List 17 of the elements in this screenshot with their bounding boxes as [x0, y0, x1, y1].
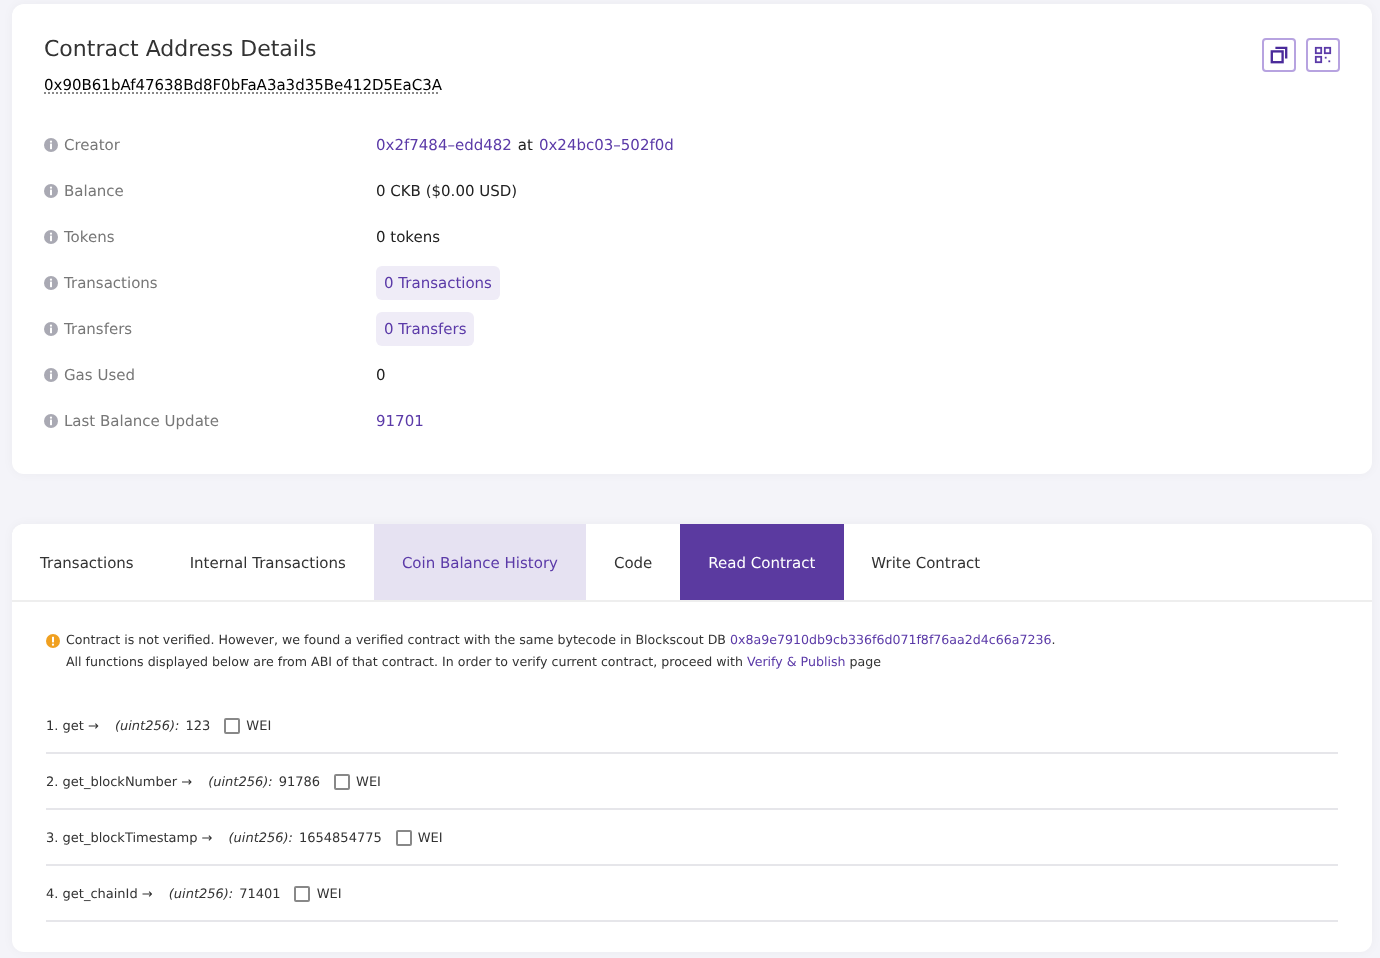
unit-checkbox[interactable] [224, 717, 241, 733]
unit-checkbox[interactable] [395, 829, 412, 845]
info-icon [44, 276, 58, 290]
info-icon [44, 414, 58, 428]
info-icon [44, 184, 58, 198]
info-icon [44, 368, 58, 382]
copy-button[interactable] [1262, 38, 1296, 72]
qr-code-button[interactable] [1306, 38, 1340, 72]
card-title: Contract Address Details [44, 36, 317, 62]
info-icon [44, 322, 58, 336]
unit-checkbox[interactable] [334, 773, 351, 789]
info-icon [44, 138, 58, 152]
info-icon [44, 230, 58, 244]
unit-checkbox[interactable] [294, 885, 311, 901]
qr-code-icon [1314, 46, 1332, 64]
copy-icon [1270, 46, 1288, 64]
warning-icon [46, 634, 60, 648]
